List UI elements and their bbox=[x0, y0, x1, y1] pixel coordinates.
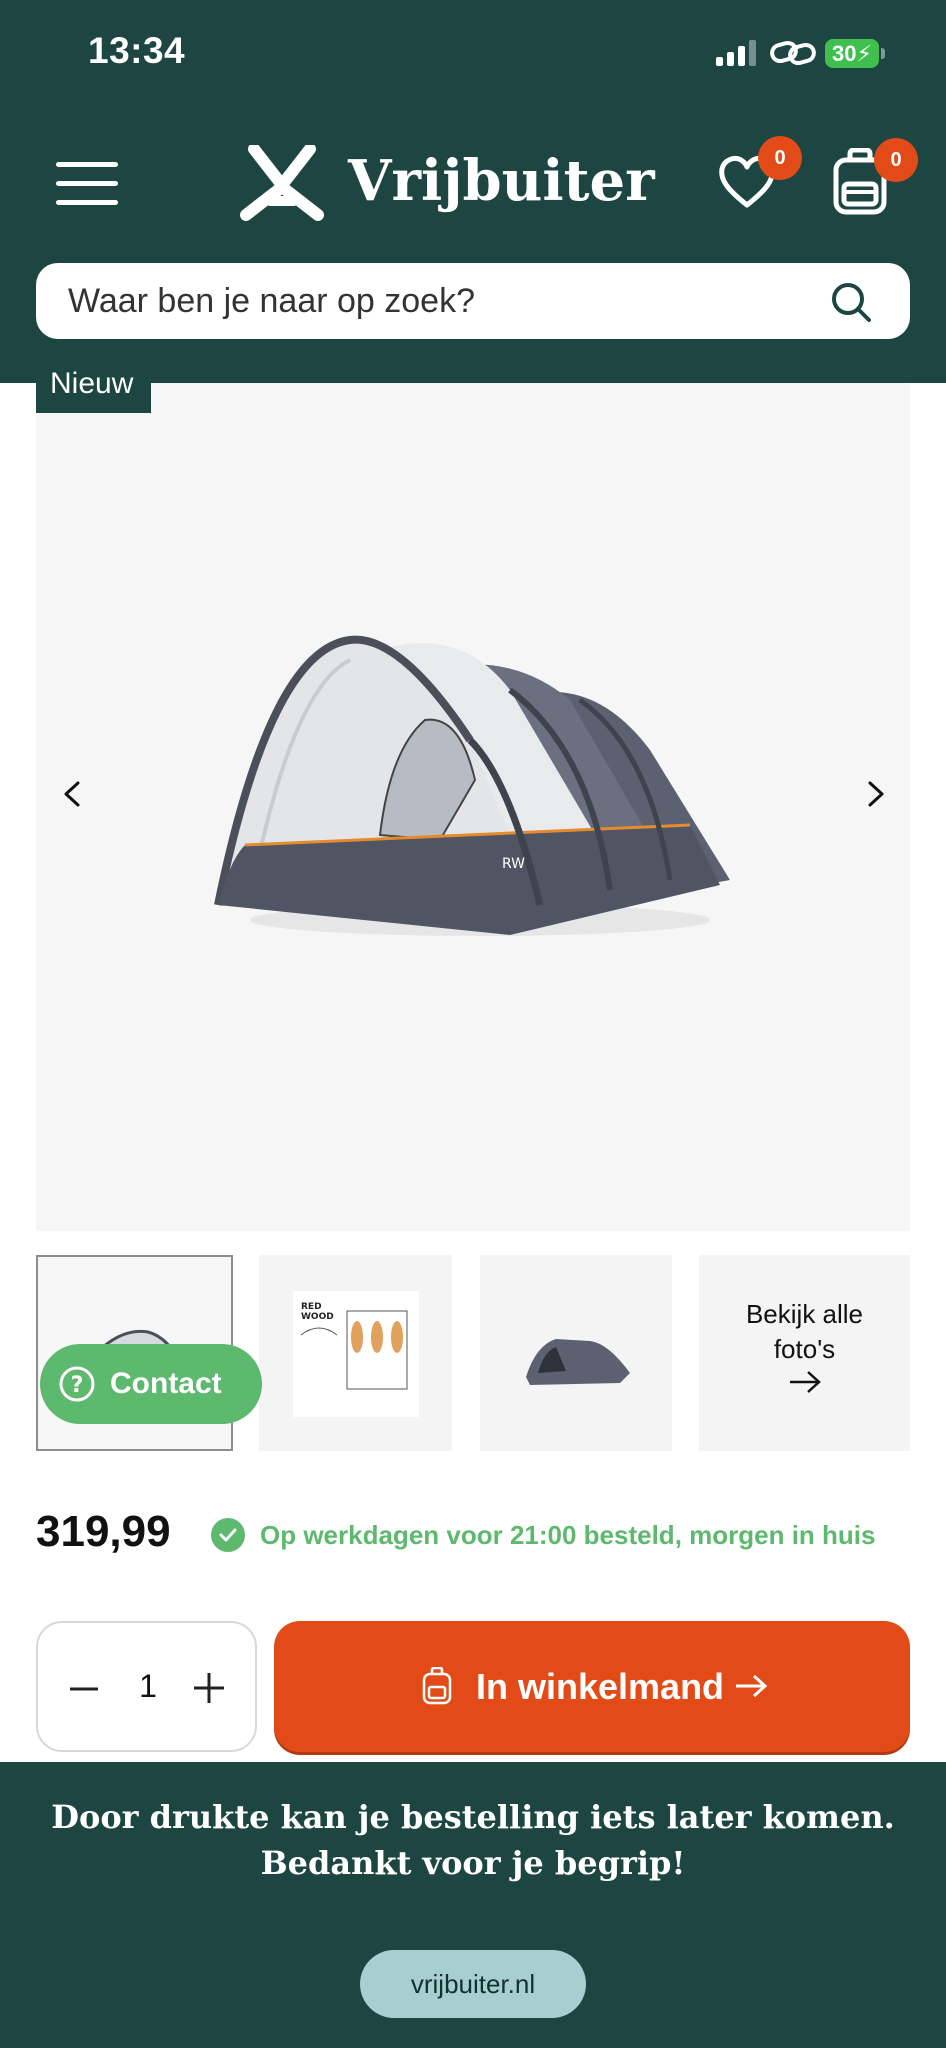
site-header: 13:34 30⚡ Vrijbuiter 0 0 Waar ben je naa… bbox=[0, 0, 946, 383]
cart-count-badge: 0 bbox=[874, 138, 918, 182]
contact-label: Contact bbox=[110, 1367, 222, 1400]
svg-text:WOOD: WOOD bbox=[301, 1312, 334, 1322]
add-to-cart-button[interactable]: In winkelmand bbox=[274, 1621, 910, 1752]
search-bar bbox=[36, 263, 910, 339]
svg-text:?: ? bbox=[71, 1373, 84, 1398]
battery-level: 30⚡ bbox=[825, 39, 879, 68]
notice-line2: Bedankt voor je begrip! bbox=[260, 1844, 686, 1882]
svg-text:RW: RW bbox=[502, 856, 525, 872]
add-to-cart-label: In winkelmand bbox=[476, 1666, 725, 1707]
backpack-icon bbox=[422, 1667, 452, 1705]
battery-icon: 30⚡ bbox=[825, 39, 885, 68]
plus-icon[interactable] bbox=[192, 1671, 226, 1705]
menu-button[interactable] bbox=[56, 160, 120, 206]
wishlist-button[interactable]: 0 bbox=[716, 136, 802, 212]
minus-icon[interactable] bbox=[68, 1673, 100, 1705]
cellular-signal-icon bbox=[716, 40, 756, 66]
question-icon: ? bbox=[59, 1366, 95, 1402]
delivery-info: Op werkdagen voor 21:00 besteld, morgen … bbox=[260, 1520, 876, 1550]
arrow-right-icon bbox=[736, 1674, 768, 1698]
view-all-line1: Bekijk alle bbox=[745, 1299, 864, 1329]
product-image[interactable]: RW bbox=[210, 630, 730, 950]
product-price: 319,99 bbox=[36, 1507, 171, 1556]
arrow-right-icon bbox=[789, 1371, 821, 1393]
browser-url-bar[interactable]: vrijbuiter.nl bbox=[360, 1950, 586, 2018]
chevron-right-icon[interactable] bbox=[862, 780, 890, 808]
search-icon[interactable] bbox=[830, 281, 872, 323]
floorplan-image: RED WOOD bbox=[293, 1291, 419, 1417]
new-badge: Nieuw bbox=[36, 360, 151, 413]
link-icon bbox=[770, 40, 816, 66]
view-all-photos-button[interactable]: Bekijk alle foto's bbox=[699, 1255, 910, 1451]
cart-button[interactable]: 0 bbox=[832, 138, 918, 216]
thumbnail-tent-image bbox=[526, 1339, 630, 1385]
svg-text:RED: RED bbox=[301, 1302, 322, 1312]
chevron-left-icon[interactable] bbox=[58, 780, 86, 808]
search-input[interactable] bbox=[68, 263, 828, 339]
contact-button[interactable]: ? Contact bbox=[40, 1344, 262, 1424]
logo-text: Vrijbuiter bbox=[348, 148, 655, 214]
check-circle-icon bbox=[211, 1518, 245, 1552]
wishlist-count-badge: 0 bbox=[758, 136, 802, 180]
logo-mark-icon bbox=[240, 145, 324, 221]
thumbnail-2[interactable]: RED WOOD bbox=[259, 1255, 452, 1451]
notice-text: Door drukte kan je bestelling iets later… bbox=[0, 1794, 946, 1886]
notice-line1: Door drukte kan je bestelling iets later… bbox=[51, 1798, 895, 1836]
quantity-value[interactable]: 1 bbox=[128, 1623, 168, 1750]
view-all-line2: foto's bbox=[773, 1334, 836, 1364]
logo[interactable]: Vrijbuiter bbox=[240, 145, 655, 225]
quantity-stepper: 1 bbox=[36, 1621, 257, 1752]
status-time: 13:34 bbox=[88, 30, 186, 71]
thumbnail-3[interactable] bbox=[480, 1255, 672, 1451]
